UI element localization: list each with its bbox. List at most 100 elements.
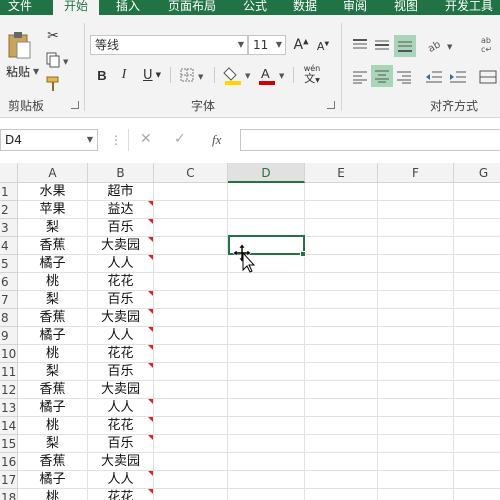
- cell-f4[interactable]: [378, 237, 454, 255]
- align-left-button[interactable]: [350, 67, 370, 87]
- tab-view[interactable]: 视图: [386, 0, 426, 15]
- cell-f16[interactable]: [378, 453, 454, 471]
- cell-c12[interactable]: [154, 381, 228, 399]
- cell-a12[interactable]: 香蕉: [18, 381, 88, 399]
- cell-f5[interactable]: [378, 255, 454, 273]
- tab-developer[interactable]: 开发工具: [437, 0, 500, 15]
- cell-g13[interactable]: [454, 399, 500, 417]
- row-header[interactable]: 14: [0, 417, 18, 435]
- cell-g1[interactable]: [454, 183, 500, 201]
- more-options-icon[interactable]: ⋮: [110, 133, 122, 147]
- cell-d11[interactable]: [228, 363, 305, 381]
- error-indicator-icon[interactable]: [148, 489, 153, 494]
- paste-dropdown-icon[interactable]: ▼: [33, 67, 39, 76]
- cell-g16[interactable]: [454, 453, 500, 471]
- cell-b7[interactable]: 百乐: [88, 291, 154, 309]
- error-indicator-icon[interactable]: [148, 363, 153, 368]
- cell-a15[interactable]: 梨: [18, 435, 88, 453]
- cell-g10[interactable]: [454, 345, 500, 363]
- cell-c5[interactable]: [154, 255, 228, 273]
- error-indicator-icon[interactable]: [148, 291, 153, 296]
- cell-g4[interactable]: [454, 237, 500, 255]
- cell-c15[interactable]: [154, 435, 228, 453]
- cell-g18[interactable]: [454, 489, 500, 500]
- cell-g15[interactable]: [454, 435, 500, 453]
- cell-b6[interactable]: 花花: [88, 273, 154, 291]
- decrease-indent-button[interactable]: [424, 67, 444, 87]
- cell-d13[interactable]: [228, 399, 305, 417]
- tab-file[interactable]: 文件: [0, 0, 40, 15]
- cell-b17[interactable]: 人人: [88, 471, 154, 489]
- cell-a13[interactable]: 橘子: [18, 399, 88, 417]
- column-header-c[interactable]: C: [154, 163, 228, 183]
- cell-e17[interactable]: [305, 471, 378, 489]
- orientation-button[interactable]: ab ▼: [424, 35, 456, 55]
- cell-a4[interactable]: 香蕉: [18, 237, 88, 255]
- cell-c10[interactable]: [154, 345, 228, 363]
- column-header-f[interactable]: F: [378, 163, 454, 183]
- column-header-b[interactable]: B: [88, 163, 154, 183]
- row-header[interactable]: 12: [0, 381, 18, 399]
- fill-color-button[interactable]: ▼: [222, 63, 254, 87]
- clipboard-launcher-icon[interactable]: [71, 101, 79, 109]
- cell-d7[interactable]: [228, 291, 305, 309]
- merge-center-button[interactable]: [478, 67, 500, 87]
- cell-f2[interactable]: [378, 201, 454, 219]
- cell-e8[interactable]: [305, 309, 378, 327]
- font-name-select[interactable]: 等线 ▼: [90, 35, 248, 55]
- cell-a14[interactable]: 桃: [18, 417, 88, 435]
- formula-input[interactable]: [240, 129, 500, 151]
- cell-d14[interactable]: [228, 417, 305, 435]
- row-header[interactable]: 4: [0, 237, 18, 255]
- cell-b5[interactable]: 人人: [88, 255, 154, 273]
- row-header[interactable]: 7: [0, 291, 18, 309]
- cell-a8[interactable]: 香蕉: [18, 309, 88, 327]
- cell-f6[interactable]: [378, 273, 454, 291]
- cell-a16[interactable]: 香蕉: [18, 453, 88, 471]
- cell-a2[interactable]: 苹果: [18, 201, 88, 219]
- cell-a9[interactable]: 橘子: [18, 327, 88, 345]
- font-color-button[interactable]: A ▼: [256, 63, 288, 87]
- column-header-d[interactable]: D: [228, 163, 305, 183]
- cell-f7[interactable]: [378, 291, 454, 309]
- cell-f12[interactable]: [378, 381, 454, 399]
- cell-e11[interactable]: [305, 363, 378, 381]
- error-indicator-icon[interactable]: [148, 435, 153, 440]
- borders-button[interactable]: ▼: [178, 65, 208, 85]
- cut-button[interactable]: ✂: [44, 27, 62, 45]
- cell-b1[interactable]: 超市: [88, 183, 154, 201]
- row-header[interactable]: 5: [0, 255, 18, 273]
- bottom-align-button[interactable]: [394, 35, 416, 57]
- cell-e14[interactable]: [305, 417, 378, 435]
- tab-insert[interactable]: 插入: [108, 0, 148, 15]
- cell-g17[interactable]: [454, 471, 500, 489]
- cell-f14[interactable]: [378, 417, 454, 435]
- cell-f9[interactable]: [378, 327, 454, 345]
- error-indicator-icon[interactable]: [148, 399, 153, 404]
- cell-d18[interactable]: [228, 489, 305, 500]
- error-indicator-icon[interactable]: [148, 309, 153, 314]
- align-right-button[interactable]: [394, 67, 414, 87]
- cell-e2[interactable]: [305, 201, 378, 219]
- cell-g11[interactable]: [454, 363, 500, 381]
- cell-a5[interactable]: 橘子: [18, 255, 88, 273]
- error-indicator-icon[interactable]: [148, 237, 153, 242]
- increase-indent-button[interactable]: [448, 67, 468, 87]
- cell-e13[interactable]: [305, 399, 378, 417]
- font-size-select[interactable]: 11 ▼: [248, 35, 286, 55]
- row-header[interactable]: 10: [0, 345, 18, 363]
- cell-g14[interactable]: [454, 417, 500, 435]
- cell-f18[interactable]: [378, 489, 454, 500]
- cell-a10[interactable]: 桃: [18, 345, 88, 363]
- cell-g12[interactable]: [454, 381, 500, 399]
- cell-d6[interactable]: [228, 273, 305, 291]
- tab-home[interactable]: 开始: [53, 0, 99, 16]
- cell-d15[interactable]: [228, 435, 305, 453]
- cell-c2[interactable]: [154, 201, 228, 219]
- error-indicator-icon[interactable]: [148, 417, 153, 422]
- top-align-button[interactable]: [350, 35, 370, 55]
- cell-d10[interactable]: [228, 345, 305, 363]
- cell-e16[interactable]: [305, 453, 378, 471]
- cell-g2[interactable]: [454, 201, 500, 219]
- italic-button[interactable]: I: [116, 65, 132, 85]
